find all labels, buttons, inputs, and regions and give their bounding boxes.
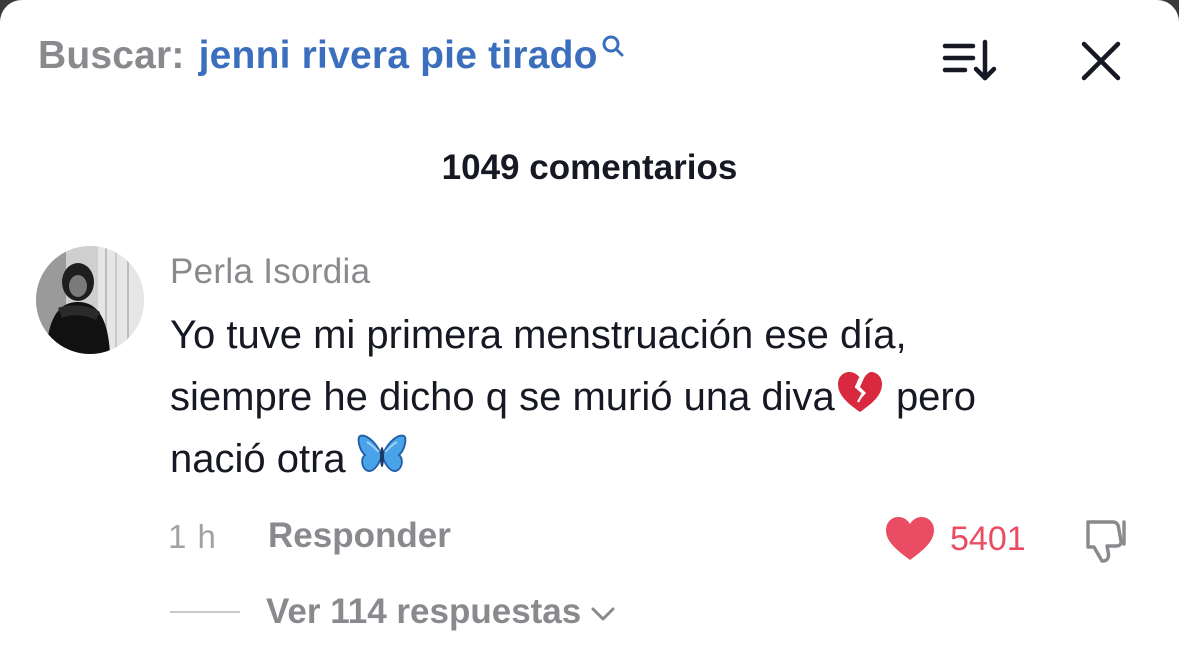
replies-divider bbox=[170, 611, 240, 613]
comment-text-segment: nació otra bbox=[170, 437, 346, 481]
close-button[interactable] bbox=[1076, 36, 1126, 86]
comment-line: Yo tuve mi primera menstruación ese día, bbox=[170, 304, 1150, 366]
search-icon bbox=[602, 35, 624, 57]
comment-count-title: 1049 comentarios bbox=[441, 148, 738, 187]
comments-sheet: Buscar: jenni rivera pie tirado 1049 com… bbox=[0, 0, 1179, 660]
thumbs-down-icon bbox=[1086, 520, 1126, 563]
chevron-down-icon bbox=[591, 607, 615, 621]
user-avatar-icon bbox=[36, 246, 144, 354]
close-icon bbox=[1081, 41, 1121, 81]
comment-line: nació otra bbox=[170, 428, 1150, 490]
comment-line: siempre he dicho q se murió una diva per… bbox=[170, 366, 1150, 428]
sort-descending-icon bbox=[942, 39, 997, 81]
comment-body: Yo tuve mi primera menstruación ese día,… bbox=[170, 304, 1150, 490]
search-query-link[interactable]: jenni rivera pie tirado bbox=[199, 34, 598, 78]
search-suggestion[interactable]: Buscar: jenni rivera pie tirado bbox=[38, 34, 626, 88]
view-replies-button[interactable]: Ver 114 respuestas bbox=[266, 592, 617, 632]
like-button[interactable]: 5401 bbox=[884, 512, 1026, 566]
search-prefix: Buscar: bbox=[38, 34, 185, 77]
like-count: 5401 bbox=[950, 519, 1026, 558]
avatar[interactable] bbox=[36, 246, 144, 354]
comment-text-segment: pero bbox=[895, 375, 976, 419]
heart-icon bbox=[886, 517, 934, 560]
comment-author[interactable]: Perla Isordia bbox=[170, 252, 370, 292]
dislike-button[interactable] bbox=[1080, 514, 1132, 566]
blue-butterfly-icon bbox=[357, 434, 407, 472]
sort-button[interactable] bbox=[940, 36, 998, 86]
comment-timestamp: 1 h bbox=[168, 518, 217, 555]
broken-heart-icon bbox=[837, 372, 882, 412]
comment-text-segment: siempre he dicho q se murió una diva bbox=[170, 375, 835, 419]
view-replies-label: Ver 114 respuestas bbox=[266, 592, 582, 631]
comment-text-segment: Yo tuve mi primera menstruación ese día, bbox=[170, 313, 907, 357]
reply-button[interactable]: Responder bbox=[268, 516, 451, 556]
